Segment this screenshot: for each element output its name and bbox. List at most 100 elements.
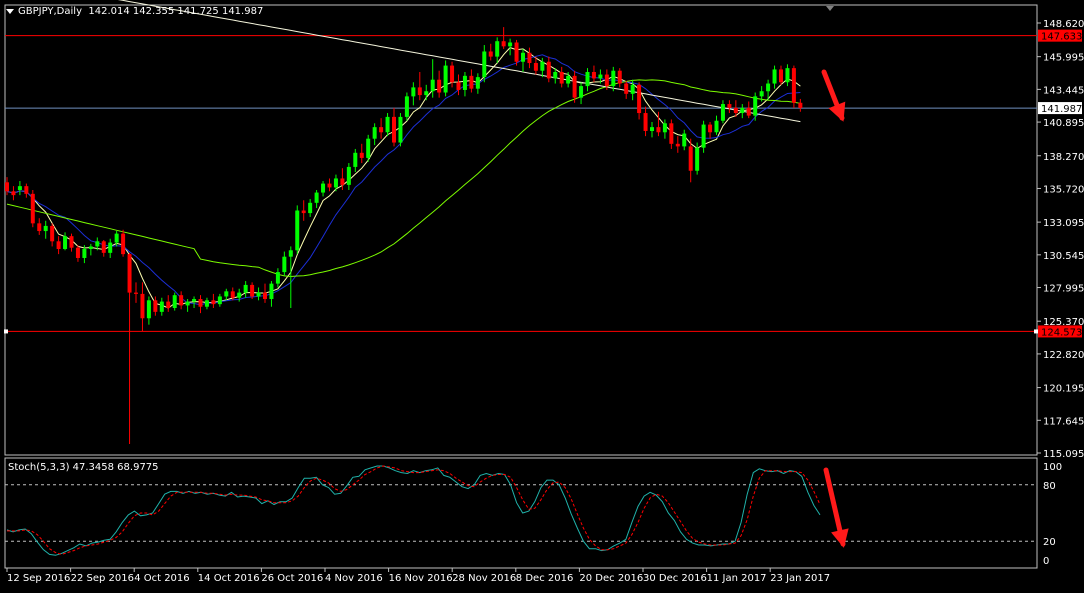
bear-candle-body bbox=[127, 254, 132, 293]
bear-candle-body bbox=[5, 182, 9, 192]
bull-candle-body bbox=[443, 65, 448, 93]
bull-candle-body bbox=[404, 96, 409, 117]
bull-candle-body bbox=[785, 68, 790, 83]
bull-candle-body bbox=[63, 236, 68, 249]
bear-candle-body bbox=[250, 284, 255, 297]
bear-candle-body bbox=[121, 233, 126, 255]
bear-candle-body bbox=[134, 292, 138, 294]
chart-title: GBPJPY,Daily 142.014 142.355 141.725 141… bbox=[18, 6, 263, 17]
bull-candle-body bbox=[462, 75, 467, 90]
bear-candle-body bbox=[501, 41, 506, 47]
bull-candle-body bbox=[346, 166, 351, 185]
lower-level-price-tag: 124.573 bbox=[1041, 327, 1082, 338]
bear-candle-body bbox=[779, 69, 783, 83]
time-tick-label: 8 Dec 2016 bbox=[516, 573, 574, 584]
bear-candle-body bbox=[533, 63, 538, 71]
bull-candle-body bbox=[256, 292, 261, 297]
time-tick-label: 23 Jan 2017 bbox=[770, 573, 830, 584]
bull-candle-body bbox=[495, 41, 500, 57]
bull-candle-body bbox=[521, 52, 525, 62]
bear-candle-body bbox=[733, 107, 738, 114]
bull-candle-body bbox=[295, 210, 300, 251]
bear-candle-body bbox=[591, 71, 596, 79]
bid-price-tag: 141.987 bbox=[1041, 104, 1082, 115]
bull-candle-body bbox=[282, 256, 287, 273]
price-tick-label: 145.995 bbox=[1043, 53, 1084, 64]
bull-candle-body bbox=[224, 291, 229, 297]
bull-candle-body bbox=[288, 250, 293, 257]
price-tick-label: 130.545 bbox=[1043, 251, 1084, 262]
bear-candle-body bbox=[101, 241, 106, 253]
bear-candle-body bbox=[637, 84, 642, 114]
level-anchor-left bbox=[4, 329, 8, 334]
bull-candle-body bbox=[192, 299, 197, 302]
bear-candle-body bbox=[140, 293, 145, 319]
bull-candle-body bbox=[753, 96, 758, 116]
bear-candle-body bbox=[437, 79, 442, 93]
time-tick-label: 30 Dec 2016 bbox=[643, 573, 707, 584]
stoch-indicator-label: Stoch(5,3,3) 47.3458 68.9775 bbox=[8, 462, 159, 473]
bull-candle-body bbox=[650, 127, 654, 131]
bull-candle-body bbox=[566, 75, 571, 84]
bear-candle-body bbox=[546, 61, 551, 79]
bear-candle-body bbox=[656, 127, 661, 133]
bear-candle-body bbox=[24, 186, 29, 194]
bull-candle-body bbox=[88, 246, 93, 249]
bear-candle-body bbox=[572, 75, 577, 98]
bear-candle-body bbox=[488, 51, 493, 57]
symbol-label: GBPJPY,Daily bbox=[18, 6, 82, 17]
bear-candle-body bbox=[230, 291, 235, 298]
price-tick-label: 120.195 bbox=[1043, 384, 1084, 395]
bull-candle-body bbox=[159, 301, 164, 312]
mt4-chart-window[interactable]: 148.620 145.995 143.445 140.895 138.270 135.7… bbox=[0, 0, 1084, 589]
bear-candle-body bbox=[392, 116, 396, 143]
bull-candle-body bbox=[714, 120, 719, 133]
chart-canvas[interactable]: 148.620 145.995 143.445 140.895 138.270 135.7… bbox=[0, 0, 1084, 589]
bear-candle-body bbox=[746, 107, 751, 116]
bear-candle-body bbox=[30, 193, 35, 224]
bull-candle-body bbox=[701, 124, 706, 148]
bull-candle-body bbox=[662, 123, 667, 133]
bull-candle-body bbox=[204, 300, 209, 307]
bull-candle-body bbox=[759, 91, 764, 97]
time-tick-label: 12 Sep 2016 bbox=[7, 573, 70, 584]
bear-candle-body bbox=[675, 143, 680, 147]
bear-candle-body bbox=[359, 152, 364, 158]
bull-candle-body bbox=[385, 116, 390, 133]
bull-candle-body bbox=[308, 202, 313, 214]
bull-candle-body bbox=[430, 79, 435, 92]
price-tick-label: 140.895 bbox=[1043, 118, 1084, 129]
bear-candle-body bbox=[643, 113, 648, 131]
bull-candle-body bbox=[269, 283, 274, 300]
time-tick-label: 28 Nov 2016 bbox=[452, 573, 516, 584]
bear-candle-body bbox=[379, 127, 384, 133]
bull-candle-body bbox=[553, 71, 558, 79]
stoch-tick-label: 0 bbox=[1043, 556, 1049, 567]
time-tick-label: 26 Oct 2016 bbox=[261, 573, 323, 584]
bear-candle-body bbox=[727, 104, 732, 108]
bull-candle-body bbox=[333, 178, 338, 188]
time-tick-label: 14 Oct 2016 bbox=[198, 573, 260, 584]
bear-candle-body bbox=[327, 183, 332, 188]
bull-candle-body bbox=[275, 272, 280, 284]
price-tick-label: 115.095 bbox=[1043, 449, 1084, 460]
stoch-tick-label: 100 bbox=[1043, 462, 1062, 473]
price-tick-label: 148.620 bbox=[1043, 19, 1084, 30]
bull-candle-body bbox=[411, 87, 416, 97]
chart-background bbox=[0, 0, 1084, 589]
bull-candle-body bbox=[695, 147, 700, 171]
bear-candle-body bbox=[469, 75, 474, 89]
stoch-tick-label: 80 bbox=[1043, 481, 1056, 492]
bull-candle-body bbox=[611, 70, 616, 87]
bull-candle-body bbox=[17, 186, 22, 190]
bear-candle-body bbox=[624, 83, 629, 94]
bull-candle-body bbox=[630, 84, 635, 94]
price-tick-label: 127.995 bbox=[1043, 284, 1084, 295]
bear-candle-body bbox=[514, 42, 519, 62]
chart-menu-chevron-icon[interactable] bbox=[6, 9, 14, 14]
bear-candle-body bbox=[301, 210, 306, 214]
bull-candle-body bbox=[185, 301, 190, 306]
price-tick-label: 117.645 bbox=[1043, 416, 1084, 427]
bear-candle-body bbox=[198, 299, 203, 307]
bear-candle-body bbox=[179, 295, 184, 306]
